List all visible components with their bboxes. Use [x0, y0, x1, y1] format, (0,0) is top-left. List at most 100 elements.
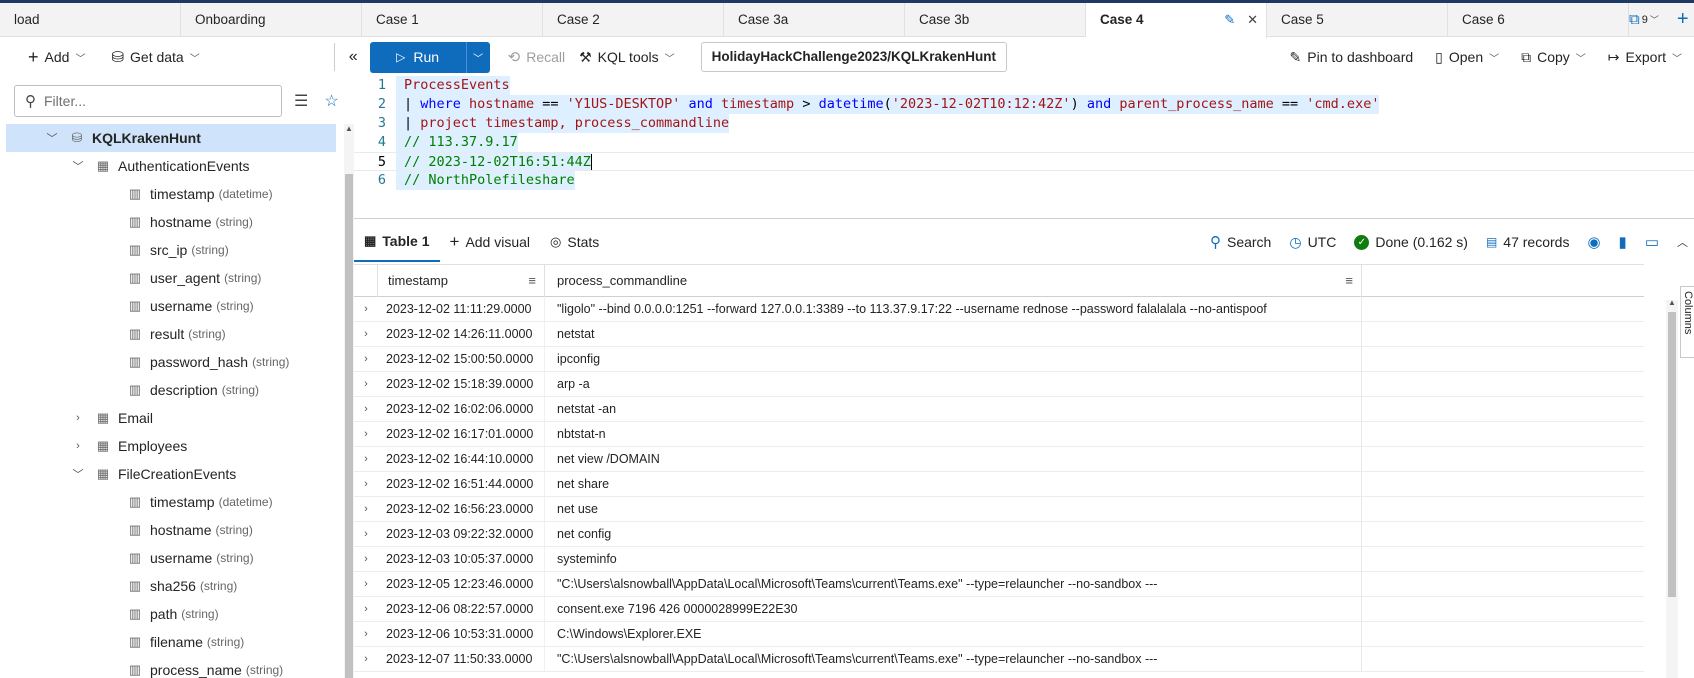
tree-scrollbar[interactable]: ▲: [344, 124, 354, 678]
clipboard-icon[interactable]: ▮: [1619, 233, 1627, 251]
tree-column-row[interactable]: ▥ timestamp (datetime): [6, 488, 336, 516]
table-row[interactable]: › 2023-12-02 15:00:50.0000 ipconfig: [354, 347, 1644, 372]
expand-row-icon[interactable]: ›: [354, 297, 378, 321]
expand-row-icon[interactable]: ›: [354, 347, 378, 371]
open-button[interactable]: ▯ Open ﹀: [1429, 42, 1505, 72]
chevron-down-icon[interactable]: ﹀: [44, 130, 60, 146]
run-button[interactable]: ▷ Run: [369, 41, 466, 73]
scroll-up-arrow-icon[interactable]: ▲: [344, 124, 354, 133]
database-context[interactable]: HolidayHackChallenge2023/KQLKrakenHunt: [700, 42, 1007, 72]
tree-database-row[interactable]: ﹀ ⛁ KQLKrakenHunt: [6, 124, 336, 152]
tab-case-4[interactable]: Case 4 ✎ ✕: [1086, 3, 1267, 38]
table-row[interactable]: › 2023-12-05 12:23:46.0000 "C:\Users\alsno…: [354, 572, 1644, 597]
expand-row-icon[interactable]: ›: [354, 622, 378, 646]
tab-case-2[interactable]: Case 2: [543, 3, 724, 37]
chevron-down-icon[interactable]: ﹀: [70, 466, 86, 482]
tree-column-row[interactable]: ▥ timestamp (datetime): [6, 180, 336, 208]
tree-table-row[interactable]: ﹀ ▦ FileCreationEvents: [6, 460, 336, 488]
tab-case-3a[interactable]: Case 3a: [724, 3, 905, 37]
expand-row-icon[interactable]: ›: [354, 372, 378, 396]
collapse-panel-button[interactable]: «: [343, 42, 364, 72]
tree-column-row[interactable]: ▥ src_ip (string): [6, 236, 336, 264]
run-options-dropdown[interactable]: ﹀: [465, 41, 490, 73]
add-visual-button[interactable]: + Add visual: [440, 222, 541, 262]
new-tab-button[interactable]: +: [1677, 8, 1689, 31]
expand-row-icon[interactable]: ›: [354, 497, 378, 521]
rename-icon[interactable]: ✎: [1224, 12, 1235, 27]
tree-column-row[interactable]: ▥ process_name (string): [6, 656, 336, 678]
table-row[interactable]: › 2023-12-02 16:56:23.0000 net use: [354, 497, 1644, 522]
editor-results-splitter[interactable]: [354, 218, 1694, 219]
tree-column-row[interactable]: ▥ hostname (string): [6, 516, 336, 544]
expand-row-icon[interactable]: ›: [354, 447, 378, 471]
tab-stats[interactable]: ◎ Stats: [540, 222, 609, 262]
column-menu-icon[interactable]: ≡: [1345, 265, 1353, 297]
eye-icon[interactable]: ◉: [1587, 233, 1600, 251]
tree-column-row[interactable]: ▥ description (string): [6, 376, 336, 404]
copy-button[interactable]: ⧉ Copy ﹀: [1515, 42, 1592, 72]
table-row[interactable]: › 2023-12-02 11:11:29.0000 "ligolo" --bind…: [354, 297, 1644, 322]
table-row[interactable]: › 2023-12-06 08:22:57.0000 consent.exe 719…: [354, 597, 1644, 622]
get-data-button[interactable]: ⛁ Get data ﹀: [105, 42, 205, 72]
expand-row-icon[interactable]: ›: [354, 472, 378, 496]
expand-row-icon[interactable]: ›: [354, 547, 378, 571]
expand-row-icon[interactable]: ›: [354, 322, 378, 346]
expand-row-icon[interactable]: ›: [354, 397, 378, 421]
chevron-up-icon[interactable]: ︿: [1677, 234, 1688, 250]
tree-table-row[interactable]: › ▦ Employees: [6, 432, 336, 460]
query-editor[interactable]: 1 ProcessEvents 2 | where hostname == 'Y…: [354, 76, 1694, 218]
table-row[interactable]: › 2023-12-03 10:05:37.0000 systeminfo: [354, 547, 1644, 572]
chevron-right-icon[interactable]: ›: [70, 440, 86, 452]
tab-case-3b[interactable]: Case 3b: [905, 3, 1086, 37]
table-row[interactable]: › 2023-12-02 15:18:39.0000 arp -a: [354, 372, 1644, 397]
filter-input[interactable]: ⚲ Filter...: [14, 85, 282, 117]
column-header-timestamp[interactable]: timestamp ≡: [378, 265, 545, 297]
tab-list-button[interactable]: ⧉ 9 ﹀: [1629, 11, 1659, 28]
tree-column-row[interactable]: ▥ username (string): [6, 544, 336, 572]
tree-table-row[interactable]: ﹀ ▦ AuthenticationEvents: [6, 152, 336, 180]
tree-column-row[interactable]: ▥ username (string): [6, 292, 336, 320]
tree-column-row[interactable]: ▥ sha256 (string): [6, 572, 336, 600]
kql-tools-button[interactable]: ⚒ KQL tools ﹀: [573, 42, 681, 72]
tree-column-row[interactable]: ▥ password_hash (string): [6, 348, 336, 376]
columns-panel-toggle[interactable]: Columns: [1680, 286, 1694, 358]
layout-icon[interactable]: ▭: [1645, 233, 1659, 251]
tab-table-1[interactable]: ▦ Table 1: [354, 222, 440, 262]
tab-onboarding[interactable]: Onboarding: [181, 3, 362, 37]
add-button[interactable]: + Add ﹀: [22, 42, 91, 72]
expand-row-icon[interactable]: ›: [354, 647, 378, 671]
chevron-right-icon[interactable]: ›: [70, 412, 86, 424]
table-row[interactable]: › 2023-12-02 14:26:11.0000 netstat: [354, 322, 1644, 347]
tab-case-5[interactable]: Case 5: [1267, 3, 1448, 37]
favorites-icon[interactable]: ☆: [324, 91, 338, 111]
table-row[interactable]: › 2023-12-02 16:51:44.0000 net share: [354, 472, 1644, 497]
tab-case-6[interactable]: Case 6: [1448, 3, 1629, 37]
grid-scrollbar-thumb[interactable]: [1668, 312, 1676, 597]
expand-row-icon[interactable]: ›: [354, 422, 378, 446]
table-row[interactable]: › 2023-12-03 09:22:32.0000 net config: [354, 522, 1644, 547]
tree-scrollbar-thumb[interactable]: [345, 174, 353, 678]
timezone-button[interactable]: ◷ UTC: [1289, 234, 1336, 251]
table-row[interactable]: › 2023-12-07 11:50:33.0000 "C:\Users\alsno…: [354, 647, 1644, 672]
column-menu-icon[interactable]: ≡: [528, 265, 536, 297]
expand-row-icon[interactable]: ›: [354, 522, 378, 546]
table-row[interactable]: › 2023-12-02 16:02:06.0000 netstat -an: [354, 397, 1644, 422]
scroll-up-arrow-icon[interactable]: ▲: [1666, 298, 1678, 307]
recall-button[interactable]: ⟲ Recall: [502, 42, 571, 72]
tab-case-1[interactable]: Case 1: [362, 3, 543, 37]
tree-column-row[interactable]: ▥ user_agent (string): [6, 264, 336, 292]
table-row[interactable]: › 2023-12-02 16:44:10.0000 net view /DOMAI…: [354, 447, 1644, 472]
tree-column-row[interactable]: ▥ result (string): [6, 320, 336, 348]
table-row[interactable]: › 2023-12-06 10:53:31.0000 C:\Windows\Expl…: [354, 622, 1644, 647]
search-results-button[interactable]: ⚲ Search: [1210, 233, 1271, 251]
tab-load[interactable]: load: [0, 3, 181, 37]
tree-table-row[interactable]: › ▦ Email: [6, 404, 336, 432]
table-row[interactable]: › 2023-12-02 16:17:01.0000 nbtstat-n: [354, 422, 1644, 447]
collapse-all-icon[interactable]: ☰: [294, 91, 308, 111]
expand-row-icon[interactable]: ›: [354, 572, 378, 596]
column-header-process-commandline[interactable]: process_commandline ≡: [545, 265, 1362, 297]
tree-column-row[interactable]: ▥ filename (string): [6, 628, 336, 656]
pin-to-dashboard-button[interactable]: ✎ Pin to dashboard: [1284, 42, 1420, 72]
expand-row-icon[interactable]: ›: [354, 597, 378, 621]
close-icon[interactable]: ✕: [1247, 12, 1258, 27]
